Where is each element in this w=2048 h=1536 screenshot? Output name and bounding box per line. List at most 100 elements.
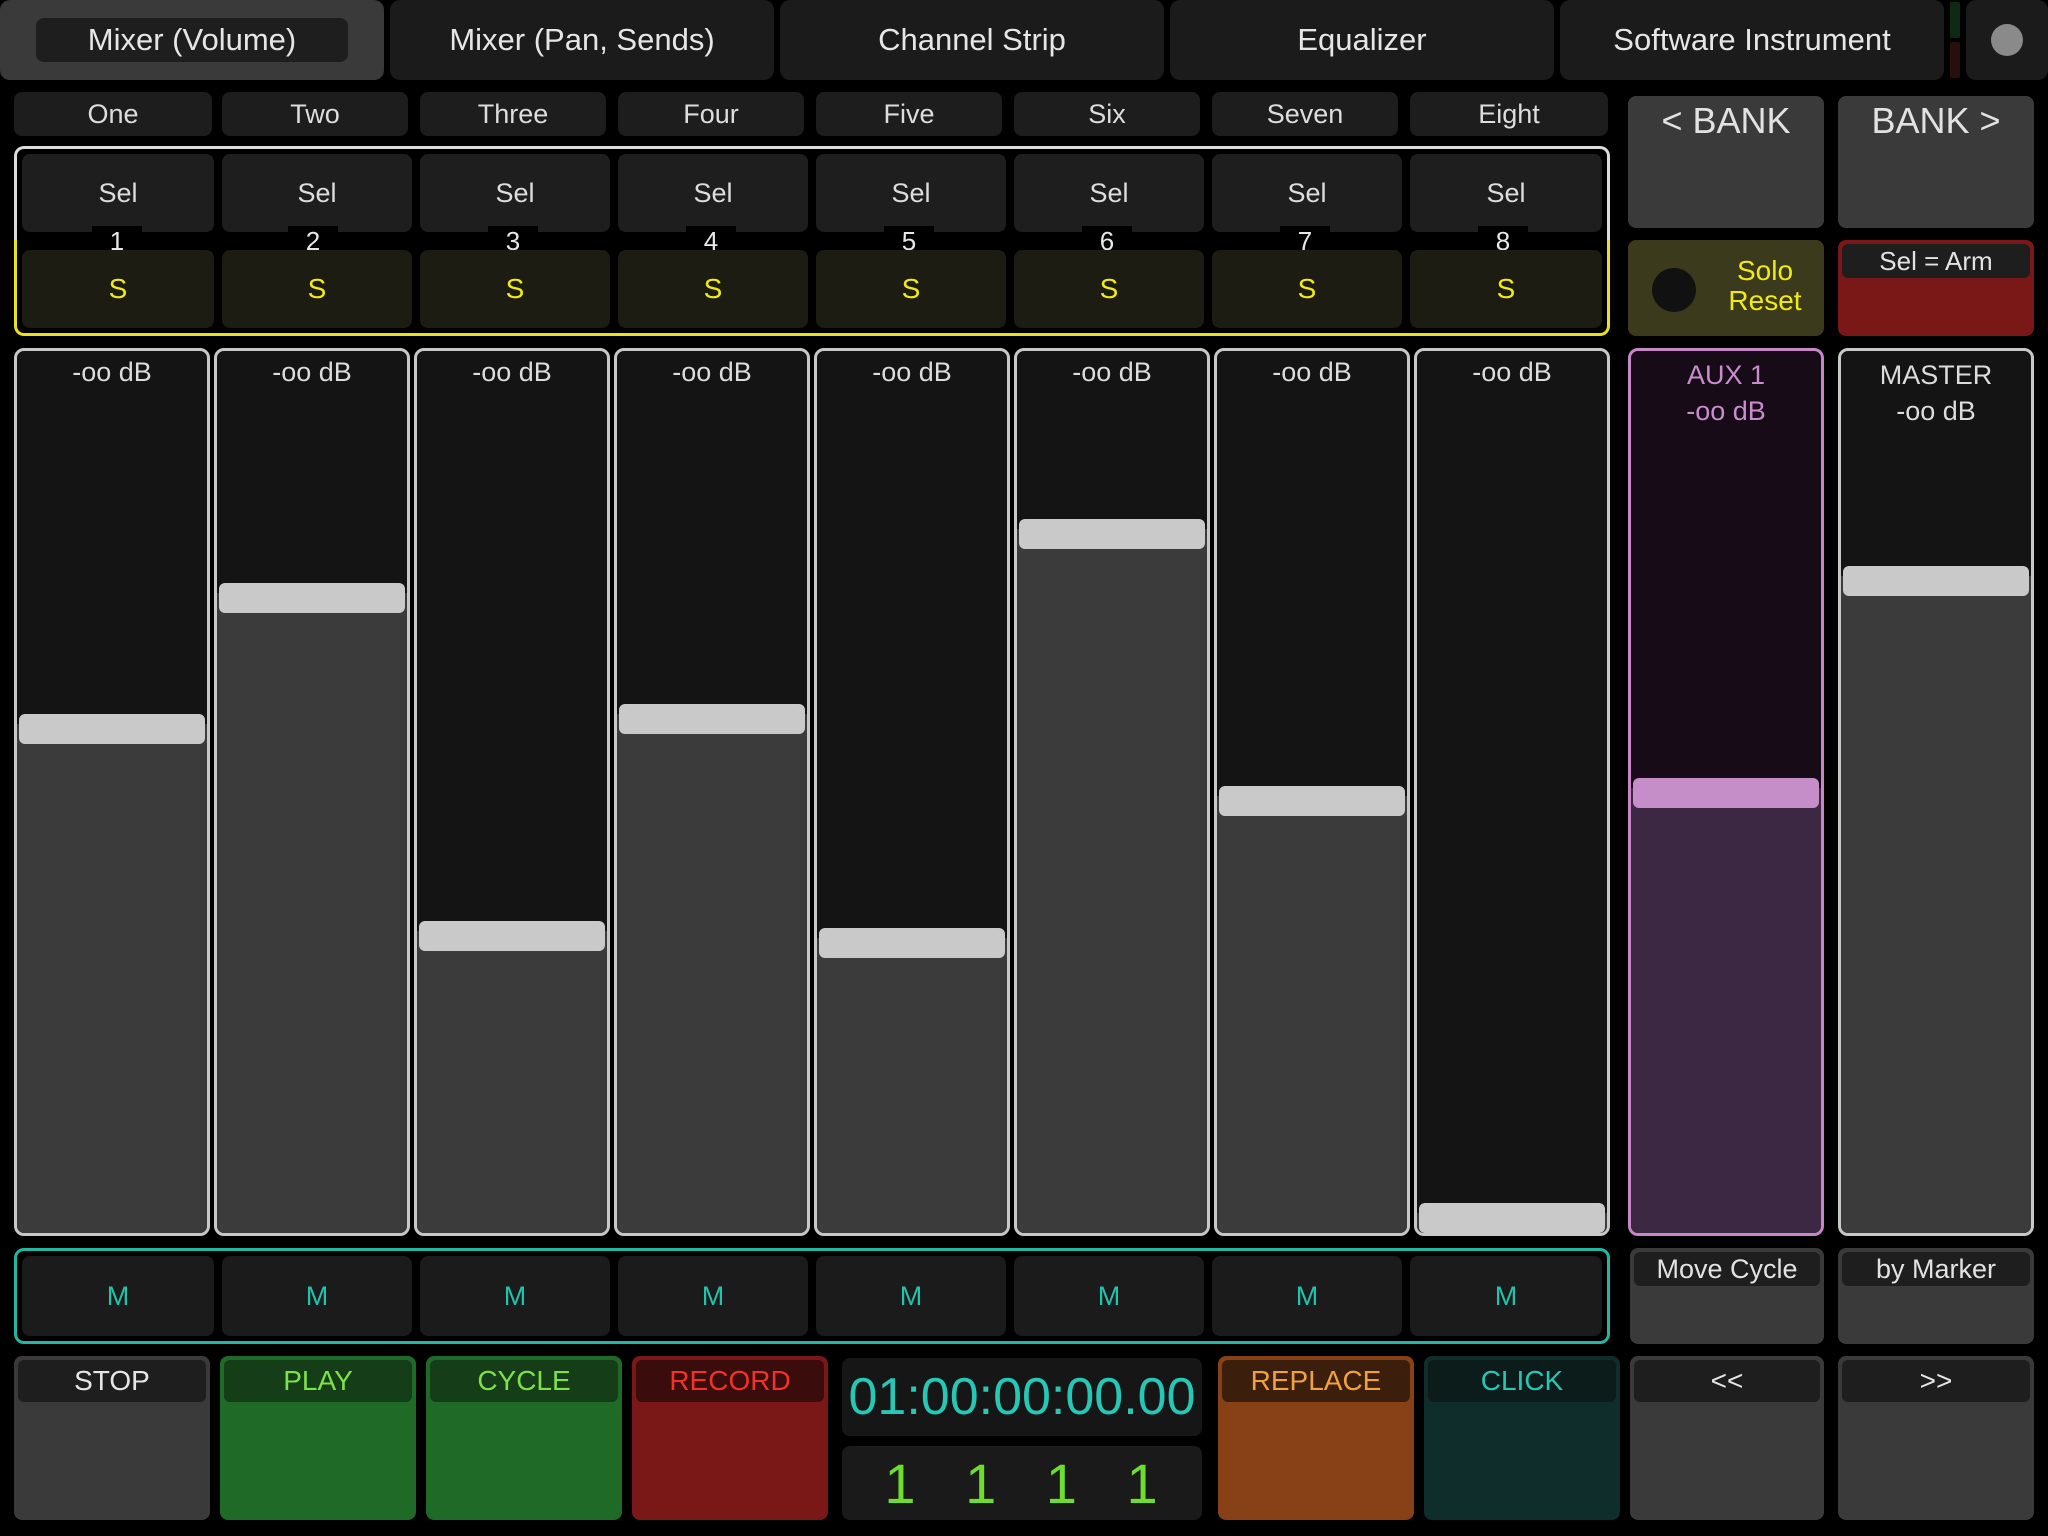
solo-button-8[interactable]: S (1410, 250, 1602, 328)
record-dot-icon (1991, 24, 2023, 56)
tab-mixer-pan-sends[interactable]: Mixer (Pan, Sends) (390, 0, 774, 80)
volume-fader-3[interactable]: -oo dB (414, 348, 610, 1236)
cycle-label: CYCLE (430, 1360, 618, 1402)
fader-handle[interactable] (1419, 1203, 1605, 1233)
select-button-6[interactable]: Sel (1014, 154, 1204, 232)
fader-handle[interactable] (1019, 518, 1205, 549)
mute-button-4[interactable]: M (618, 1256, 808, 1336)
mute-button-8[interactable]: M (1410, 1256, 1602, 1336)
solo-button-2[interactable]: S (222, 250, 412, 328)
volume-fader-2[interactable]: -oo dB (214, 348, 410, 1236)
fader-handle[interactable] (1633, 778, 1819, 809)
fader-fill (617, 714, 807, 1233)
record-status-button[interactable] (1966, 0, 2048, 80)
replace-button[interactable]: REPLACE (1218, 1356, 1414, 1520)
meter-indicator-top (1950, 2, 1960, 38)
track-name-3: Three (420, 92, 606, 136)
fader-handle[interactable] (419, 921, 605, 952)
forward-label: >> (1842, 1360, 2030, 1402)
solo-button-3[interactable]: S (420, 250, 610, 328)
fader-fill (417, 931, 607, 1233)
tab-equalizer[interactable]: Equalizer (1170, 0, 1554, 80)
mute-button-5[interactable]: M (816, 1256, 1006, 1336)
tab-label: Mixer (Volume) (87, 22, 297, 57)
click-button[interactable]: CLICK (1424, 1356, 1620, 1520)
tab-label: Channel Strip (878, 22, 1066, 57)
master-fader[interactable]: MASTER -oo dB (1838, 348, 2034, 1236)
fader-db-readout: -oo dB (1072, 357, 1152, 387)
aux-fader[interactable]: AUX 1 -oo dB (1628, 348, 1824, 1236)
rewind-label: << (1634, 1360, 1820, 1402)
solo-reset-line2: Reset (1728, 285, 1802, 316)
timecode-display: 01:00:00:00.00 (842, 1358, 1202, 1436)
select-button-3[interactable]: Sel (420, 154, 610, 232)
record-label: RECORD (636, 1360, 824, 1402)
move-cycle-button[interactable]: Move Cycle (1630, 1248, 1824, 1344)
solo-button-7[interactable]: S (1212, 250, 1402, 328)
by-marker-label: by Marker (1842, 1252, 2030, 1286)
select-button-2[interactable]: Sel (222, 154, 412, 232)
fader-handle[interactable] (619, 704, 805, 735)
by-marker-button[interactable]: by Marker (1838, 1248, 2034, 1344)
bar-position-display: 1 1 1 1 (842, 1446, 1202, 1520)
meter-indicator-bottom (1950, 42, 1960, 78)
fader-fill (1631, 788, 1821, 1233)
track-name-2: Two (222, 92, 408, 136)
track-name-7: Seven (1212, 92, 1398, 136)
mute-button-3[interactable]: M (420, 1256, 610, 1336)
move-cycle-label: Move Cycle (1634, 1252, 1820, 1286)
select-button-5[interactable]: Sel (816, 154, 1006, 232)
volume-fader-1[interactable]: -oo dB (14, 348, 210, 1236)
tab-mixer-volume[interactable]: Mixer (Volume) (0, 0, 384, 80)
select-button-7[interactable]: Sel (1212, 154, 1402, 232)
solo-button-4[interactable]: S (618, 250, 808, 328)
select-button-1[interactable]: Sel (22, 154, 214, 232)
aux-name-label: AUX 1 (1686, 360, 1766, 390)
fader-fill (1217, 796, 1407, 1233)
bank-next-button[interactable]: BANK > (1838, 96, 2034, 228)
replace-label: REPLACE (1222, 1360, 1410, 1402)
track-name-5: Five (816, 92, 1002, 136)
mute-button-2[interactable]: M (222, 1256, 412, 1336)
sel-arm-button[interactable]: Sel = Arm (1838, 240, 2034, 336)
tab-channel-strip[interactable]: Channel Strip (780, 0, 1164, 80)
tab-label: Equalizer (1297, 22, 1427, 57)
select-button-8[interactable]: Sel (1410, 154, 1602, 232)
fader-handle[interactable] (819, 927, 1005, 958)
rewind-button[interactable]: << (1630, 1356, 1824, 1520)
click-label: CLICK (1428, 1360, 1616, 1402)
volume-fader-8[interactable]: -oo dB (1414, 348, 1610, 1236)
mute-button-1[interactable]: M (22, 1256, 214, 1336)
mute-button-7[interactable]: M (1212, 1256, 1402, 1336)
solo-reset-button[interactable]: Solo Reset (1628, 240, 1824, 336)
fader-handle[interactable] (1843, 566, 2029, 597)
fader-db-readout: -oo dB (872, 357, 952, 387)
bank-prev-button[interactable]: < BANK (1628, 96, 1824, 228)
fader-db-readout: -oo dB (72, 357, 152, 387)
play-button[interactable]: PLAY (220, 1356, 416, 1520)
fader-db-readout: -oo dB (1472, 357, 1552, 387)
mute-button-6[interactable]: M (1014, 1256, 1204, 1336)
tab-label: Software Instrument (1613, 22, 1891, 57)
fader-fill (17, 724, 207, 1233)
volume-fader-4[interactable]: -oo dB (614, 348, 810, 1236)
record-button[interactable]: RECORD (632, 1356, 828, 1520)
forward-button[interactable]: >> (1838, 1356, 2034, 1520)
solo-button-6[interactable]: S (1014, 250, 1204, 328)
solo-button-1[interactable]: S (22, 250, 214, 328)
cycle-button[interactable]: CYCLE (426, 1356, 622, 1520)
track-name-8: Eight (1410, 92, 1608, 136)
volume-fader-7[interactable]: -oo dB (1214, 348, 1410, 1236)
fader-fill (817, 937, 1007, 1233)
track-name-1: One (14, 92, 212, 136)
fader-db-readout: -oo dB (472, 357, 552, 387)
solo-button-5[interactable]: S (816, 250, 1006, 328)
fader-handle[interactable] (219, 582, 405, 613)
volume-fader-6[interactable]: -oo dB (1014, 348, 1210, 1236)
stop-button[interactable]: STOP (14, 1356, 210, 1520)
fader-handle[interactable] (1219, 786, 1405, 817)
tab-software-instrument[interactable]: Software Instrument (1560, 0, 1944, 80)
fader-handle[interactable] (19, 714, 205, 745)
volume-fader-5[interactable]: -oo dB (814, 348, 1010, 1236)
select-button-4[interactable]: Sel (618, 154, 808, 232)
